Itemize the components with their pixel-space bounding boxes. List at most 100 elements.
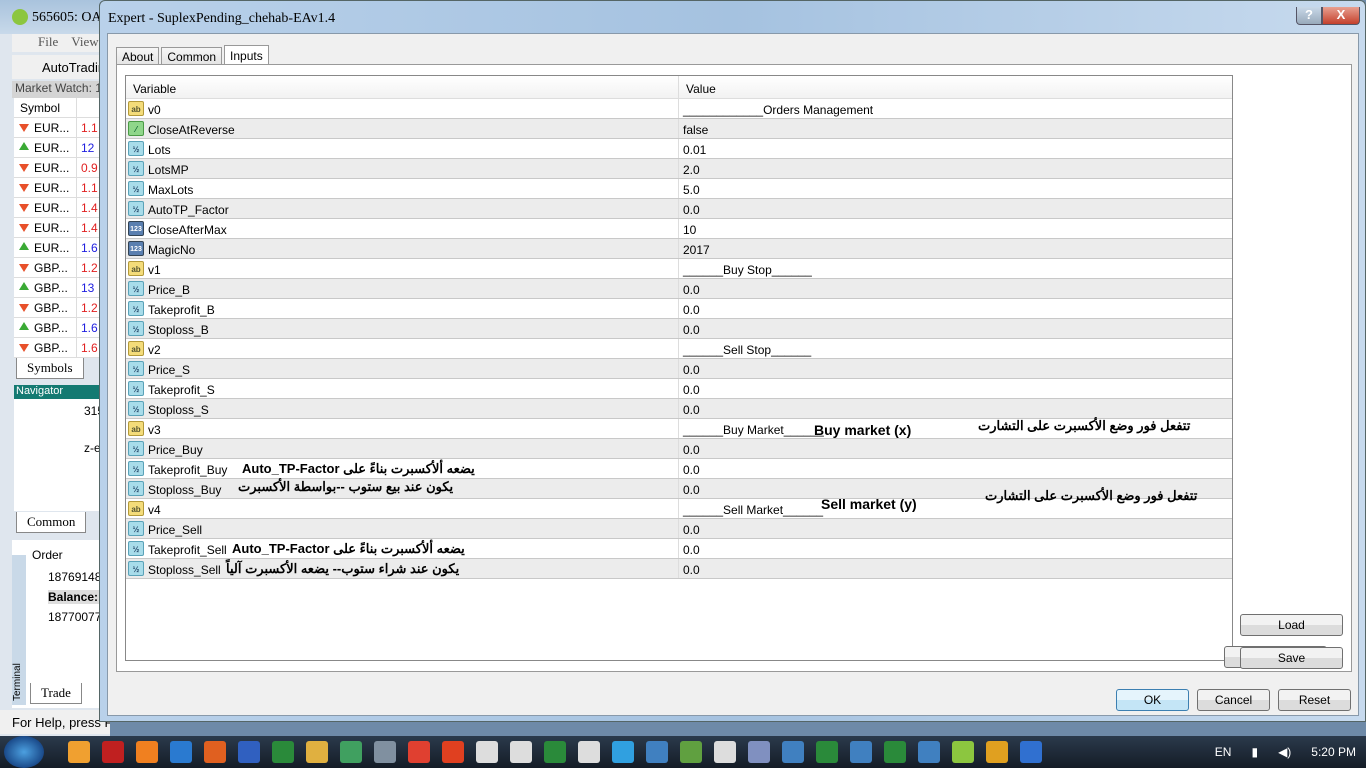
variable-value[interactable]: 0.01 <box>679 139 706 158</box>
taskbar-app-icon[interactable] <box>136 741 158 763</box>
taskbar-app-icon[interactable] <box>544 741 566 763</box>
taskbar-app-icon[interactable] <box>782 741 804 763</box>
variable-value[interactable]: ______Sell Market______ <box>679 499 823 518</box>
taskbar-app-icon[interactable] <box>952 741 974 763</box>
market-watch-row[interactable]: GBP... 13 <box>14 277 110 298</box>
market-watch-row[interactable]: EUR... 1.4 <box>14 197 110 218</box>
variable-value[interactable]: ______Sell Stop______ <box>679 339 811 358</box>
symbol-column-header[interactable]: Symbol <box>14 97 77 118</box>
variable-value[interactable]: 5.0 <box>679 179 700 198</box>
variable-value[interactable]: 0.0 <box>679 319 700 338</box>
input-row[interactable]: ½ LotsMP 2.0 <box>126 159 1232 179</box>
market-watch-row[interactable]: EUR... 0.9 <box>14 157 110 178</box>
variable-value[interactable]: false <box>679 119 708 138</box>
network-icon[interactable]: ▮ <box>1251 745 1258 759</box>
close-button[interactable]: X <box>1322 7 1360 25</box>
taskbar-app-icon[interactable] <box>612 741 634 763</box>
variable-value[interactable]: 0.0 <box>679 439 700 458</box>
variable-value[interactable]: 10 <box>679 219 696 238</box>
input-row[interactable]: ½ Price_Buy 0.0 <box>126 439 1232 459</box>
market-watch-row[interactable]: GBP... 1.6 <box>14 317 110 338</box>
taskbar-app-icon[interactable] <box>306 741 328 763</box>
market-watch-row[interactable]: EUR... 12 <box>14 137 110 158</box>
taskbar-app-icon[interactable] <box>476 741 498 763</box>
taskbar-app-icon[interactable] <box>442 741 464 763</box>
input-row[interactable]: ½ Takeprofit_S 0.0 <box>126 379 1232 399</box>
save-button[interactable]: Save <box>1240 647 1343 669</box>
taskbar-app-icon[interactable] <box>986 741 1008 763</box>
cancel-button[interactable]: Cancel <box>1197 689 1270 711</box>
variable-value[interactable]: 0.0 <box>679 379 700 398</box>
input-row[interactable]: ½ MaxLots 5.0 <box>126 179 1232 199</box>
variable-value[interactable]: 0.0 <box>679 199 700 218</box>
taskbar-app-icon[interactable] <box>884 741 906 763</box>
market-watch-row[interactable]: EUR... 1.6 <box>14 237 110 258</box>
market-watch-row[interactable]: EUR... 1.1 <box>14 177 110 198</box>
variable-value[interactable]: 0.0 <box>679 539 700 558</box>
variable-value[interactable]: 0.0 <box>679 459 700 478</box>
variable-value[interactable]: 0.0 <box>679 299 700 318</box>
taskbar-app-icon[interactable] <box>102 741 124 763</box>
input-row[interactable]: ½ Price_Sell 0.0 <box>126 519 1232 539</box>
input-row[interactable]: ½ Stoploss_S 0.0 <box>126 399 1232 419</box>
language-indicator[interactable]: EN <box>1215 745 1232 759</box>
start-button[interactable] <box>4 736 44 768</box>
variable-value[interactable]: 0.0 <box>679 279 700 298</box>
variable-value[interactable]: 0.0 <box>679 359 700 378</box>
ok-button[interactable]: OK <box>1116 689 1189 711</box>
input-row[interactable]: ab v1 ______Buy Stop______ <box>126 259 1232 279</box>
taskbar-app-icon[interactable] <box>272 741 294 763</box>
tab-symbols[interactable]: Symbols <box>16 358 84 379</box>
taskbar-app-icon[interactable] <box>646 741 668 763</box>
input-row[interactable]: 123 MagicNo 2017 <box>126 239 1232 259</box>
tab-common-nav[interactable]: Common <box>16 512 87 533</box>
variable-value[interactable]: 2017 <box>679 239 710 258</box>
variable-value[interactable]: ______Buy Stop______ <box>679 259 812 278</box>
taskbar-app-icon[interactable] <box>408 741 430 763</box>
input-row[interactable]: ½ Lots 0.01 <box>126 139 1232 159</box>
taskbar-app-icon[interactable] <box>1020 741 1042 763</box>
variable-value[interactable]: 0.0 <box>679 399 700 418</box>
input-row[interactable]: ⁄ CloseAtReverse false <box>126 119 1232 139</box>
input-row[interactable]: ab v2 ______Sell Stop______ <box>126 339 1232 359</box>
variable-value[interactable]: 0.0 <box>679 479 700 498</box>
taskbar-app-icon[interactable] <box>374 741 396 763</box>
reset-button[interactable]: Reset <box>1278 689 1351 711</box>
taskbar-app-icon[interactable] <box>238 741 260 763</box>
input-row[interactable]: ½ Price_B 0.0 <box>126 279 1232 299</box>
market-watch-row[interactable]: EUR... 1.1 <box>14 117 110 138</box>
market-watch-row[interactable]: GBP... 1.2 <box>14 257 110 278</box>
load-button-outer[interactable]: Load <box>1240 614 1343 636</box>
menu-file[interactable]: File <box>38 34 58 49</box>
market-watch-row[interactable]: GBP... 1.6 <box>14 337 110 358</box>
taskbar-app-icon[interactable] <box>204 741 226 763</box>
autotrading-button[interactable]: AutoTrading <box>12 55 110 79</box>
taskbar-app-icon[interactable] <box>850 741 872 763</box>
variable-value[interactable]: ____________Orders Management <box>679 99 873 118</box>
input-row[interactable]: ½ AutoTP_Factor 0.0 <box>126 199 1232 219</box>
taskbar-app-icon[interactable] <box>748 741 770 763</box>
taskbar-app-icon[interactable] <box>170 741 192 763</box>
input-row[interactable]: ½ Stoploss_B 0.0 <box>126 319 1232 339</box>
input-row[interactable]: ½ Price_S 0.0 <box>126 359 1232 379</box>
taskbar-app-icon[interactable] <box>680 741 702 763</box>
taskbar-app-icon[interactable] <box>510 741 532 763</box>
market-watch-row[interactable]: GBP... 1.2 <box>14 297 110 318</box>
menu-view[interactable]: View <box>71 34 98 49</box>
value-column-header[interactable]: Value <box>679 76 716 98</box>
help-button[interactable]: ? <box>1296 7 1322 25</box>
volume-icon[interactable]: ◀) <box>1278 745 1291 759</box>
taskbar-app-icon[interactable] <box>340 741 362 763</box>
clock[interactable]: 5:20 PM <box>1311 745 1356 759</box>
variable-value[interactable]: 0.0 <box>679 519 700 538</box>
taskbar-app-icon[interactable] <box>918 741 940 763</box>
market-watch-row[interactable]: EUR... 1.4 <box>14 217 110 238</box>
taskbar-app-icon[interactable] <box>816 741 838 763</box>
input-row[interactable]: 123 CloseAfterMax 10 <box>126 219 1232 239</box>
variable-value[interactable]: ______Buy Market______ <box>679 419 824 438</box>
tab-trade[interactable]: Trade <box>30 683 82 704</box>
variable-column-header[interactable]: Variable <box>126 76 679 98</box>
input-row[interactable]: ½ Takeprofit_B 0.0 <box>126 299 1232 319</box>
variable-value[interactable]: 2.0 <box>679 159 700 178</box>
input-row[interactable]: ab v0 ____________Orders Management <box>126 99 1232 119</box>
